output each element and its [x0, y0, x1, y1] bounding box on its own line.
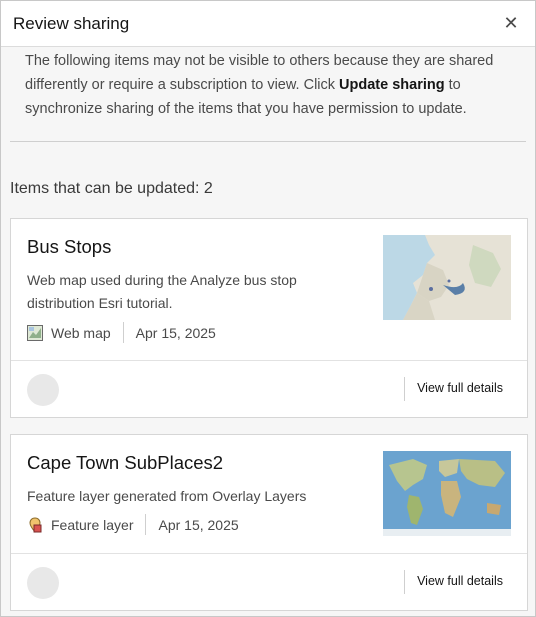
item-title[interactable]: Cape Town SubPlaces2: [27, 452, 223, 474]
dialog-header: Review sharing ✕: [1, 1, 535, 47]
intro-text: The following items may not be visible t…: [1, 47, 535, 133]
item-date: Apr 15, 2025: [158, 516, 239, 533]
meta-separator: [122, 322, 124, 343]
card-body: Bus Stops Web map used during the Analyz…: [11, 219, 527, 361]
review-sharing-dialog: Review sharing ✕ The following items may…: [0, 0, 536, 617]
card-footer: View full details: [11, 361, 527, 417]
item-description: Web map used during the Analyze bus stop…: [27, 272, 297, 311]
web-map-icon: [27, 324, 43, 341]
item-type: Feature layer: [51, 516, 134, 533]
view-full-details-link[interactable]: View full details: [417, 381, 503, 395]
map-thumbnail[interactable]: [383, 235, 511, 320]
footer-separator: [404, 570, 405, 594]
close-icon[interactable]: ✕: [499, 12, 523, 36]
intro-text-bold: Update sharing: [339, 77, 445, 93]
item-card-cape-town-subplaces2: Cape Town SubPlaces2 Feature layer gener…: [10, 434, 528, 611]
feature-layer-icon: [27, 516, 43, 533]
avatar: [27, 567, 59, 599]
card-body: Cape Town SubPlaces2 Feature layer gener…: [11, 435, 527, 554]
card-footer: View full details: [11, 554, 527, 610]
divider: [10, 141, 526, 142]
meta-separator: [145, 514, 147, 535]
avatar: [27, 374, 59, 406]
item-date: Apr 15, 2025: [135, 324, 216, 341]
item-meta: Web map Apr 15, 2025: [27, 322, 216, 343]
section-title: Items that can be updated: 2: [10, 180, 213, 197]
dialog-title: Review sharing: [13, 13, 130, 33]
item-card-bus-stops: Bus Stops Web map used during the Analyz…: [10, 218, 528, 418]
world-map-thumbnail[interactable]: [383, 451, 511, 536]
view-full-details-link[interactable]: View full details: [417, 574, 503, 588]
item-title[interactable]: Bus Stops: [27, 236, 111, 258]
item-type: Web map: [51, 324, 111, 341]
item-description: Feature layer generated from Overlay Lay…: [27, 488, 307, 504]
item-meta: Feature layer Apr 15, 2025: [27, 514, 239, 535]
footer-separator: [404, 377, 405, 401]
